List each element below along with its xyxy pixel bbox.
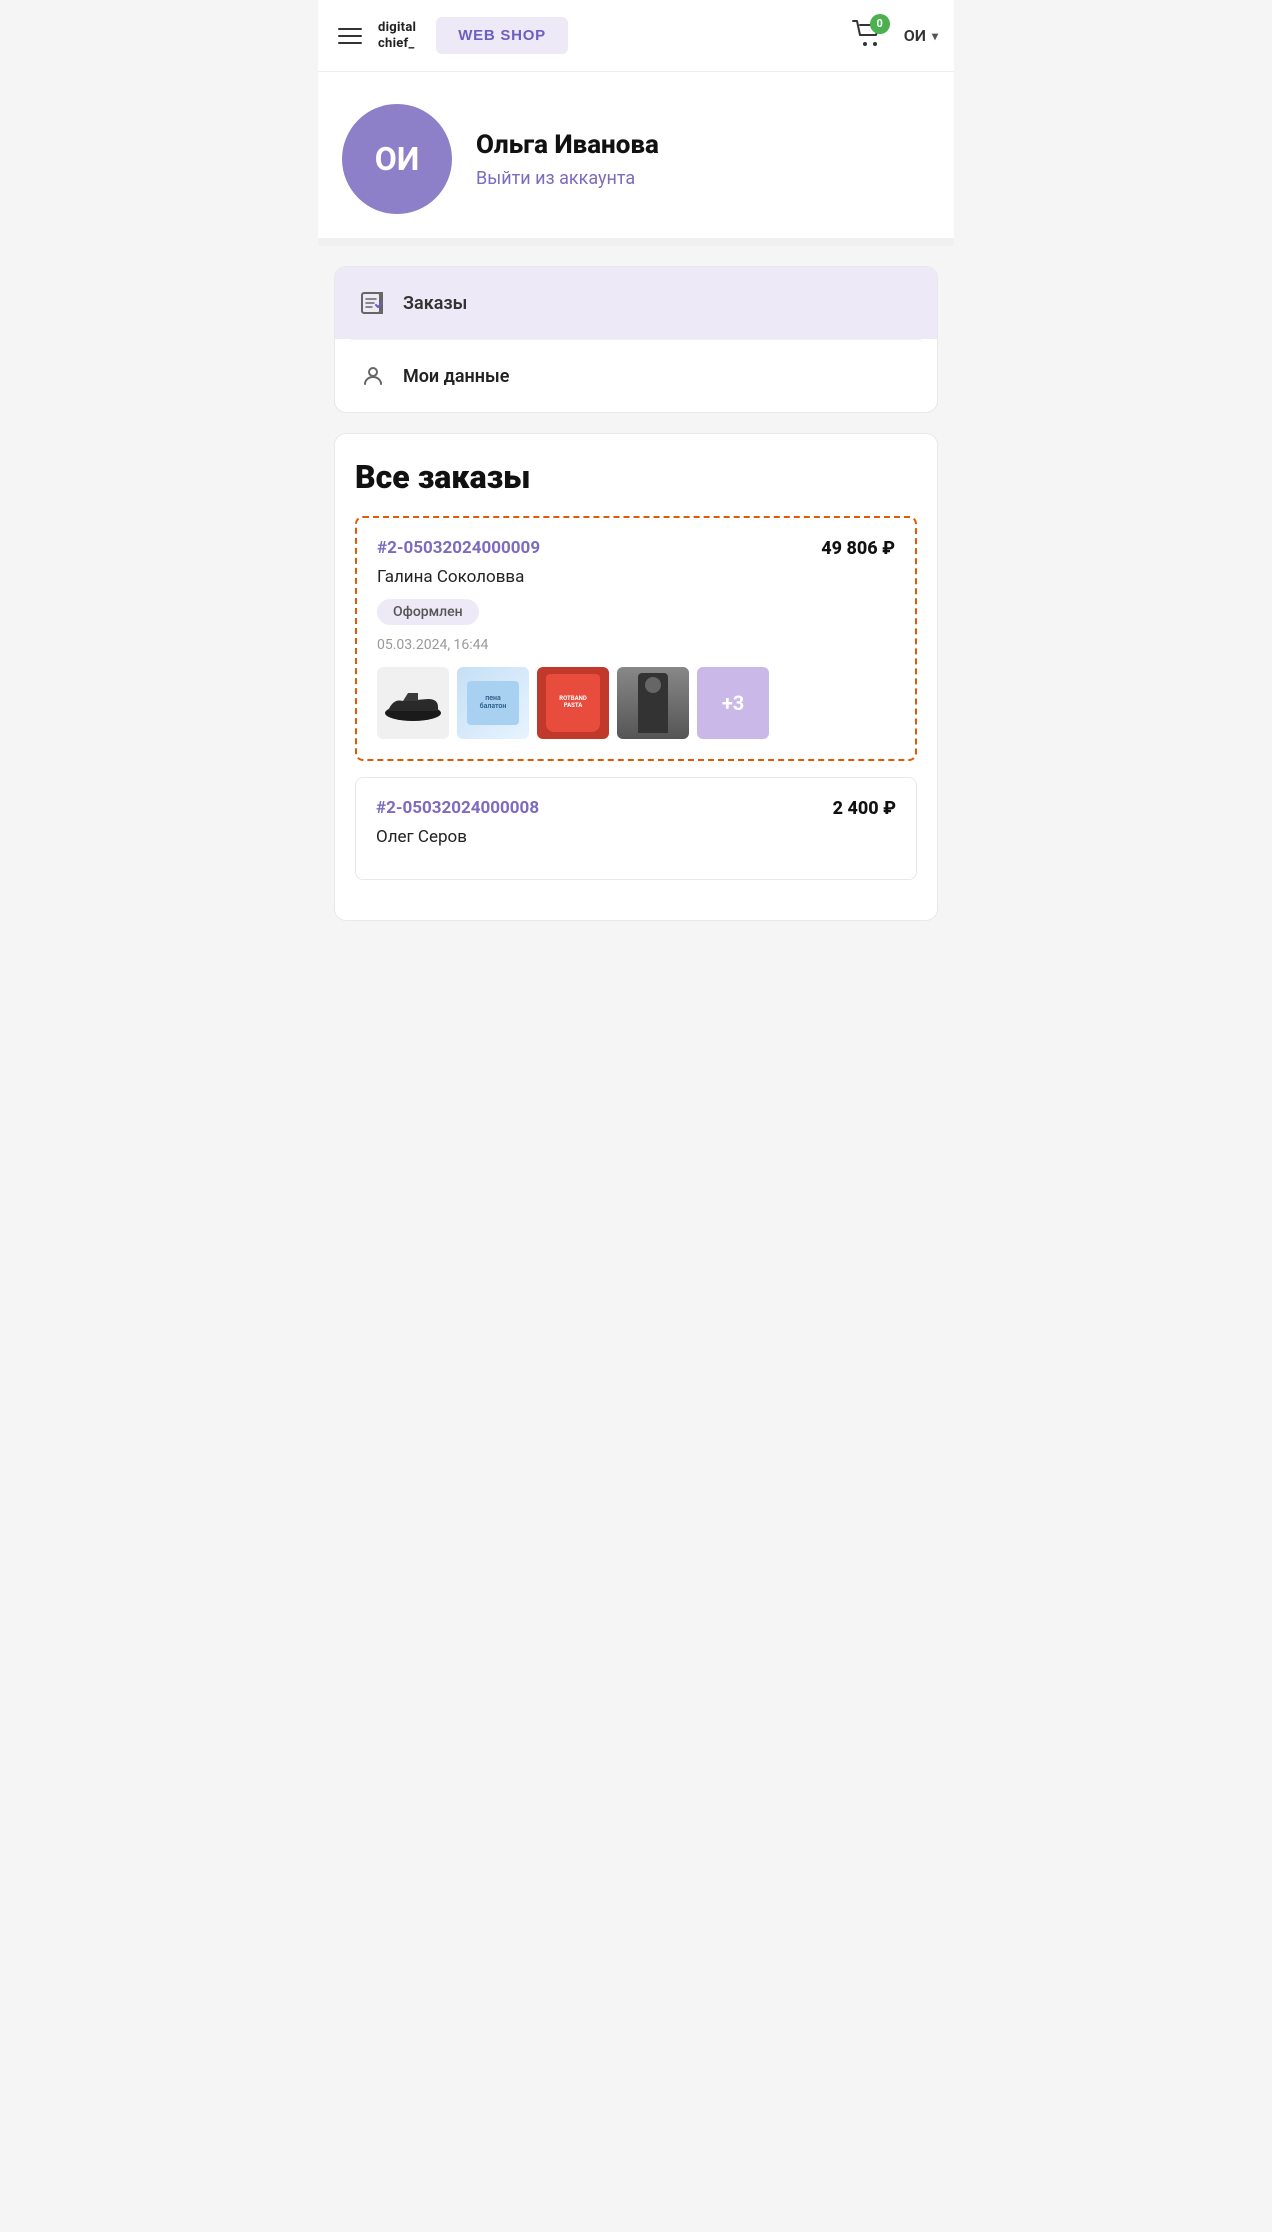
- order-card-2[interactable]: #2-05032024000008 2 400 ₽ Олег Серов: [355, 777, 917, 880]
- cart-button[interactable]: 0: [852, 20, 884, 52]
- brand-logo: digital chief_: [378, 20, 416, 51]
- cart-badge: 0: [870, 14, 890, 34]
- user-initials-label: ОИ: [904, 26, 926, 45]
- order-product-img-coat: [617, 667, 689, 739]
- avatar: ОИ: [342, 104, 452, 214]
- order-date-1: 05.03.2024, 16:44: [377, 637, 895, 653]
- profile-name: Ольга Иванова: [476, 130, 659, 160]
- nav-menu: Заказы Мои данные: [334, 266, 938, 413]
- order-number-1[interactable]: #2-05032024000009: [377, 538, 540, 558]
- logout-link[interactable]: Выйти из аккаунта: [476, 168, 635, 189]
- order-product-img-bucket: ROTBANDPASTA: [537, 667, 609, 739]
- header: digital chief_ WEB SHOP 0 ОИ ▾: [318, 0, 954, 72]
- order-product-img-blue: пенабалатон: [457, 667, 529, 739]
- order-customer-2: Олег Серов: [376, 827, 896, 847]
- webshop-button[interactable]: WEB SHOP: [436, 17, 568, 54]
- order-images-1: пенабалатон ROTBANDPASTA: [377, 667, 895, 739]
- profile-section: ОИ Ольга Иванова Выйти из аккаунта: [318, 72, 954, 246]
- user-menu-button[interactable]: ОИ ▾: [904, 26, 938, 45]
- orders-icon: [359, 289, 387, 317]
- order-number-2[interactable]: #2-05032024000008: [376, 798, 539, 818]
- chevron-down-icon: ▾: [932, 29, 938, 43]
- order-more-badge-1: +3: [697, 667, 769, 739]
- order-status-badge-1: Оформлен: [377, 599, 479, 625]
- user-icon: [359, 362, 387, 390]
- order-customer-1: Галина Соколовва: [377, 567, 895, 587]
- order-card-2-header: #2-05032024000008 2 400 ₽: [376, 798, 896, 819]
- orders-title: Все заказы: [355, 458, 917, 496]
- nav-mydata-label: Мои данные: [403, 366, 509, 387]
- orders-section: Все заказы #2-05032024000009 49 806 ₽ Га…: [334, 433, 938, 921]
- nav-orders-label: Заказы: [403, 293, 467, 314]
- nav-item-mydata[interactable]: Мои данные: [335, 340, 937, 412]
- order-price-2: 2 400 ₽: [833, 798, 896, 819]
- order-card-1-header: #2-05032024000009 49 806 ₽: [377, 538, 895, 559]
- nav-item-orders[interactable]: Заказы: [335, 267, 937, 339]
- order-price-1: 49 806 ₽: [821, 538, 895, 559]
- order-card-1[interactable]: #2-05032024000009 49 806 ₽ Галина Соколо…: [355, 516, 917, 761]
- menu-button[interactable]: [334, 24, 366, 48]
- order-product-img-shoe: [377, 667, 449, 739]
- profile-info: Ольга Иванова Выйти из аккаунта: [476, 130, 659, 189]
